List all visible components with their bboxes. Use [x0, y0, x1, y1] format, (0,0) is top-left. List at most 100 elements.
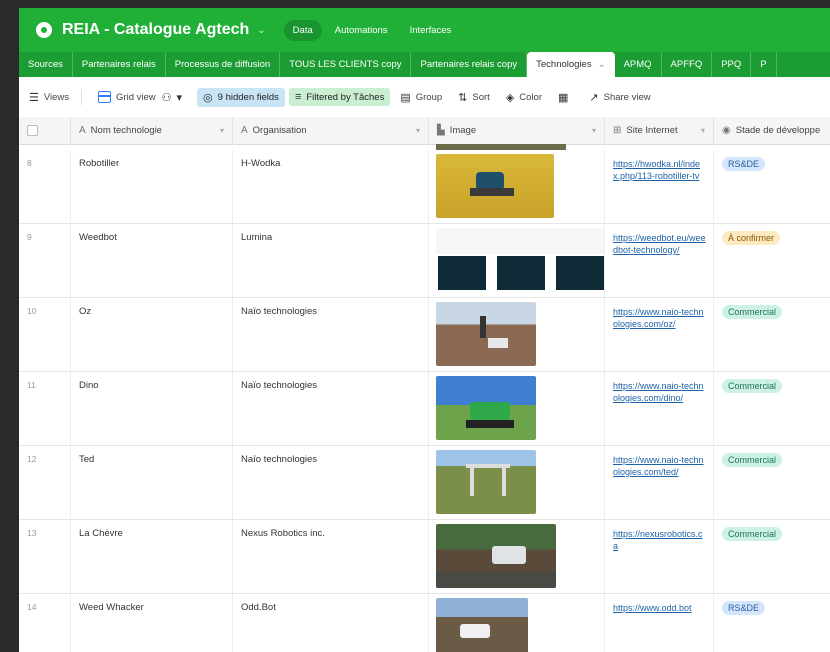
column-header-stade[interactable]: ◉ Stade de développe [714, 117, 830, 144]
image-cell[interactable] [429, 298, 605, 371]
org-cell[interactable]: Naïo technologies [233, 298, 429, 371]
tab-sources[interactable]: Sources [19, 52, 73, 77]
views-button[interactable]: ☰ Views [23, 88, 75, 107]
tab-apmq[interactable]: APMQ [615, 52, 662, 77]
row-number-cell[interactable]: 14 [19, 594, 71, 652]
org-cell[interactable]: Naïo technologies [233, 372, 429, 445]
site-cell[interactable]: https://weedbot.eu/weedbot-technology/ [605, 224, 714, 297]
row-number-cell[interactable]: 10 [19, 298, 71, 371]
site-cell[interactable]: https://www.naio-technologies.com/oz/ [605, 298, 714, 371]
image-cell[interactable] [429, 520, 605, 593]
image-cell[interactable] [429, 446, 605, 519]
table-row[interactable]: 12 Ted Naïo technologies https://www.nai… [19, 446, 830, 520]
dino-thumbnail-image[interactable] [436, 376, 536, 440]
nom-cell[interactable]: Weed Whacker [71, 594, 233, 652]
table-row[interactable]: 14 Weed Whacker Odd.Bot https://www.odd.… [19, 594, 830, 652]
chevron-down-icon[interactable]: ▾ [416, 126, 420, 135]
tab-apffq[interactable]: APFFQ [662, 52, 713, 77]
row-number-cell[interactable]: 9 [19, 224, 71, 297]
row-number-cell[interactable]: 8 [19, 150, 71, 223]
table-row[interactable]: 13 La Chèvre Nexus Robotics inc. https:/… [19, 520, 830, 594]
stade-cell[interactable]: À confirmer [714, 224, 830, 297]
stade-cell[interactable]: RS&DE [714, 594, 830, 652]
select-all-checkbox[interactable] [27, 125, 38, 136]
row-number-cell[interactable]: 13 [19, 520, 71, 593]
site-link[interactable]: https://www.naio-technologies.com/dino/ [613, 381, 704, 403]
image-cell[interactable] [429, 594, 605, 652]
table-row[interactable]: 8 Robotiller H-Wodka https://hwodka.nl/i… [19, 150, 830, 224]
select-all-cell[interactable] [19, 117, 71, 144]
chevron-down-icon[interactable]: ▾ [701, 126, 705, 135]
site-cell[interactable]: https://nexusrobotics.ca [605, 520, 714, 593]
site-link[interactable]: https://weedbot.eu/weedbot-technology/ [613, 233, 706, 255]
stade-cell[interactable]: Commercial [714, 446, 830, 519]
image-cell[interactable] [429, 150, 605, 223]
sort-button[interactable]: ⇅ Sort [452, 88, 496, 107]
site-cell[interactable]: https://hwodka.nl/index.php/113-robotill… [605, 150, 714, 223]
site-link[interactable]: https://nexusrobotics.ca [613, 529, 703, 551]
la-chevre-thumbnail-image[interactable] [436, 524, 556, 588]
share-view-button[interactable]: ↗ Share view [583, 88, 656, 107]
stade-cell[interactable]: Commercial [714, 298, 830, 371]
site-cell[interactable]: https://www.naio-technologies.com/dino/ [605, 372, 714, 445]
column-header-site[interactable]: ⊞ Site Internet ▾ [605, 117, 714, 144]
nom-cell[interactable]: Dino [71, 372, 233, 445]
site-link[interactable]: https://www.naio-technologies.com/ted/ [613, 455, 704, 477]
table-row[interactable]: 9 Weedbot Lumina https://weedbot.eu/weed… [19, 224, 830, 298]
org-cell[interactable]: H-Wodka [233, 150, 429, 223]
chevron-down-icon[interactable]: ⌄ [598, 59, 606, 70]
grid-view-button[interactable]: Grid view ⚇ ▾ [92, 88, 193, 107]
chevron-down-icon[interactable]: ▾ [592, 126, 596, 135]
tab-tous-les-clients-copy[interactable]: TOUS LES CLIENTS copy [280, 52, 412, 77]
site-link[interactable]: https://www.naio-technologies.com/oz/ [613, 307, 704, 329]
site-cell[interactable]: https://www.odd.bot [605, 594, 714, 652]
column-header-nom[interactable]: A Nom technologie ▾ [71, 117, 233, 144]
nav-interfaces[interactable]: Interfaces [401, 20, 461, 41]
nom-cell[interactable]: La Chèvre [71, 520, 233, 593]
tab-overflow[interactable]: P [751, 52, 777, 77]
stade-cell[interactable]: RS&DE [714, 150, 830, 223]
hidden-fields-button[interactable]: ◎ 9 hidden fields [197, 87, 285, 107]
nom-cell[interactable]: Robotiller [71, 150, 233, 223]
stade-cell[interactable]: Commercial [714, 372, 830, 445]
filter-button[interactable]: ≡ Filtered by Tâches [288, 88, 391, 106]
image-cell[interactable] [429, 372, 605, 445]
org-cell[interactable]: Lumina [233, 224, 429, 297]
tab-ppq[interactable]: PPQ [712, 52, 752, 77]
tab-partenaires-relais[interactable]: Partenaires relais [73, 52, 166, 77]
column-header-org[interactable]: A Organisation ▾ [233, 117, 429, 144]
group-button[interactable]: ▤ Group [394, 88, 448, 107]
site-cell[interactable]: https://www.naio-technologies.com/ted/ [605, 446, 714, 519]
nav-automations[interactable]: Automations [326, 20, 397, 41]
nom-cell[interactable]: Ted [71, 446, 233, 519]
nom-cell[interactable]: Oz [71, 298, 233, 371]
base-logo-icon[interactable] [36, 22, 52, 38]
tab-partenaires-relais-copy[interactable]: Partenaires relais copy [411, 52, 528, 77]
ted-thumbnail-image[interactable] [436, 450, 536, 514]
org-cell[interactable]: Odd.Bot [233, 594, 429, 652]
column-header-image[interactable]: ▙ Image ▾ [429, 117, 605, 144]
site-link[interactable]: https://www.odd.bot [613, 603, 692, 613]
table-row[interactable]: 10 Oz Naïo technologies https://www.naio… [19, 298, 830, 372]
row-height-button[interactable]: ▦ [552, 88, 579, 107]
weedbot-thumbnail-image[interactable] [436, 228, 604, 292]
nav-data[interactable]: Data [283, 19, 322, 41]
image-cell[interactable] [429, 224, 605, 297]
tab-technologies[interactable]: Technologies ⌄ [527, 52, 615, 77]
oz-thumbnail-image[interactable] [436, 302, 536, 366]
robotiller-thumbnail-image[interactable] [436, 154, 554, 218]
weed-whacker-thumbnail-image[interactable] [436, 598, 528, 652]
tab-processus-diffusion[interactable]: Processus de diffusion [166, 52, 281, 77]
org-cell[interactable]: Nexus Robotics inc. [233, 520, 429, 593]
color-button[interactable]: ◈ Color [500, 88, 548, 107]
table-row[interactable]: 11 Dino Naïo technologies https://www.na… [19, 372, 830, 446]
chevron-down-icon[interactable]: ⌄ [257, 25, 265, 36]
org-cell[interactable]: Naïo technologies [233, 446, 429, 519]
row-number-cell[interactable]: 12 [19, 446, 71, 519]
base-title[interactable]: REIA - Catalogue Agtech [62, 21, 249, 39]
row-number-cell[interactable]: 11 [19, 372, 71, 445]
site-link[interactable]: https://hwodka.nl/index.php/113-robotill… [613, 159, 700, 181]
nom-cell[interactable]: Weedbot [71, 224, 233, 297]
chevron-down-icon[interactable]: ▾ [220, 126, 224, 135]
stade-cell[interactable]: Commercial [714, 520, 830, 593]
